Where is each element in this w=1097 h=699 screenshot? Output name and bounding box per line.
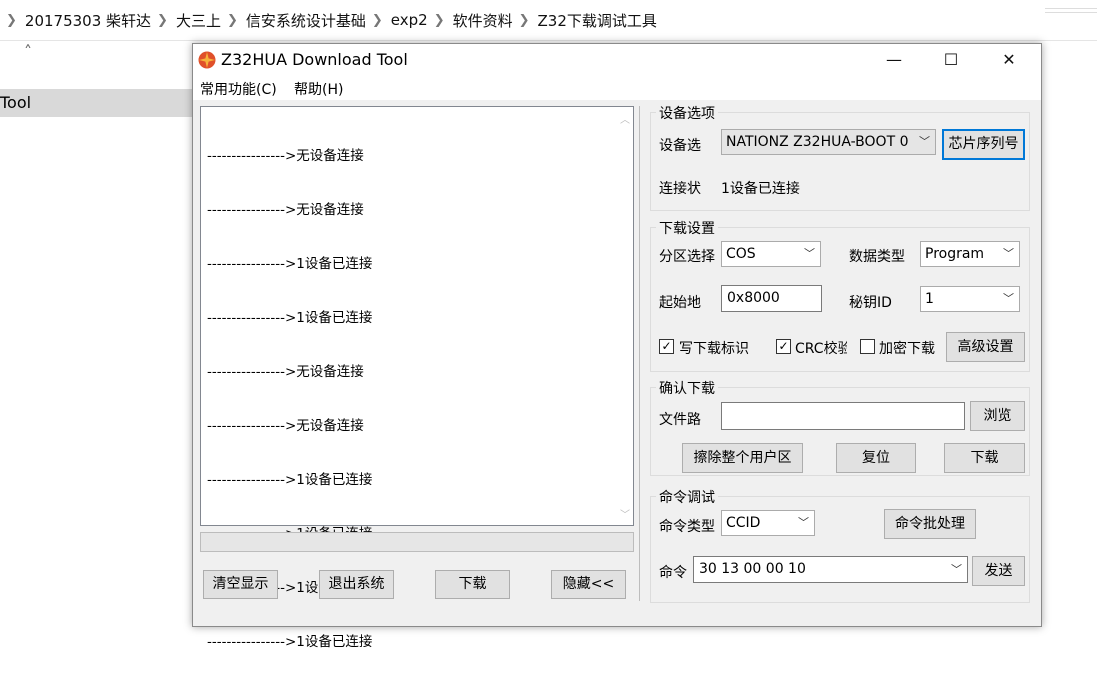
breadcrumb-item[interactable]: Z32下载调试工具: [538, 10, 657, 31]
address-bar-edge: [1045, 0, 1097, 40]
breadcrumb-chevron-icon: ❯: [433, 12, 445, 28]
send-button[interactable]: 发送: [972, 556, 1025, 586]
write-flag-label: 写下载标识: [679, 341, 749, 357]
command-input[interactable]: 30 13 00 00 10 ﹀: [693, 556, 968, 583]
erase-user-area-button[interactable]: 擦除整个用户区: [682, 443, 803, 473]
confirm-download-title: 确认下载: [656, 378, 718, 398]
vertical-divider: [639, 106, 640, 601]
key-id-select[interactable]: 1 ﹀: [920, 286, 1020, 312]
file-path-input[interactable]: [721, 402, 965, 430]
chevron-down-icon: ﹀: [1003, 292, 1014, 305]
menu-help[interactable]: 帮助(H): [294, 79, 343, 99]
file-path-label: 文件路: [659, 412, 701, 428]
chevron-down-icon: ﹀: [804, 247, 815, 260]
breadcrumb-chevron-icon: ❯: [6, 12, 17, 28]
browse-button[interactable]: 浏览: [970, 401, 1025, 431]
encrypt-label: 加密下载: [879, 341, 935, 357]
device-select-label: 设备选: [659, 138, 701, 154]
chevron-down-icon: ﹀: [1003, 247, 1014, 260]
log-lines: ---------------->无设备连接 ---------------->…: [207, 111, 372, 687]
command-value: 30 13 00 00 10: [699, 561, 806, 577]
maximize-icon[interactable]: ☐: [928, 44, 974, 76]
datatype-label: 数据类型: [849, 249, 905, 265]
breadcrumb-item[interactable]: exp2: [391, 11, 428, 29]
connection-status-label: 连接状: [659, 181, 701, 197]
window-title: Z32HUA Download Tool: [221, 50, 408, 69]
exit-system-button[interactable]: 退出系统: [319, 570, 394, 599]
clear-display-button[interactable]: 清空显示: [203, 570, 278, 599]
breadcrumb-chevron-icon: ❯: [157, 12, 168, 28]
download-tool-window: Z32HUA Download Tool — ☐ ✕ 常用功能(C) 帮助(H)…: [192, 43, 1042, 650]
z32hua-app-icon: [198, 51, 216, 69]
partition-select[interactable]: COS ﹀: [721, 241, 821, 267]
device-select[interactable]: NATIONZ Z32HUA-BOOT 0 ﹀: [721, 129, 936, 155]
log-line: ---------------->1设备已连接: [207, 256, 373, 272]
reset-button[interactable]: 复位: [836, 443, 916, 473]
chip-serial-button[interactable]: 芯片序列号: [942, 129, 1025, 160]
log-line: ---------------->无设备连接: [207, 418, 364, 434]
datatype-select[interactable]: Program ﹀: [920, 241, 1020, 267]
hide-button[interactable]: 隐藏<<: [551, 570, 626, 599]
connection-status-value: 1设备已连接: [721, 181, 800, 197]
breadcrumb: ❯ 20175303 柴轩达 ❯ 大三上 ❯ 信安系统设计基础 ❯ exp2 ❯…: [0, 8, 657, 32]
breadcrumb-chevron-icon: ❯: [518, 12, 530, 28]
chevron-down-icon: ﹀: [919, 135, 930, 148]
scroll-down-icon[interactable]: ﹀: [620, 506, 630, 521]
datatype-value: Program: [925, 246, 985, 262]
crc-check-checkbox[interactable]: ✓: [776, 339, 791, 354]
log-line: ---------------->1设备已连接: [207, 472, 373, 488]
partition-value: COS: [726, 246, 756, 262]
sidebar-item-label: Tool: [0, 93, 32, 112]
breadcrumb-item[interactable]: 大三上: [176, 10, 221, 31]
key-id-label: 秘钥ID: [849, 295, 892, 311]
breadcrumb-chevron-icon: ❯: [371, 12, 383, 28]
scroll-up-icon[interactable]: ︿: [620, 111, 630, 126]
log-line: ---------------->无设备连接: [207, 202, 364, 218]
command-batch-button[interactable]: 命令批处理: [884, 509, 976, 539]
breadcrumb-chevron-icon: ❯: [226, 12, 238, 28]
breadcrumb-item[interactable]: 信安系统设计基础: [246, 10, 366, 31]
download-settings-title: 下载设置: [656, 218, 718, 238]
chevron-down-icon: ﹀: [798, 516, 809, 529]
log-line: ---------------->1设备已连接: [207, 634, 373, 650]
chevron-down-icon[interactable]: ﹀: [951, 557, 962, 582]
menu-common-functions[interactable]: 常用功能(C): [200, 79, 277, 99]
partition-label: 分区选择: [659, 249, 715, 265]
log-output[interactable]: ---------------->无设备连接 ---------------->…: [200, 106, 634, 650]
command-label: 命令: [659, 565, 687, 581]
start-address-input[interactable]: 0x8000: [721, 285, 822, 312]
log-line: ---------------->1设备已连接: [207, 310, 373, 326]
command-type-label: 命令类型: [659, 519, 715, 535]
minimize-icon[interactable]: —: [871, 44, 917, 76]
progress-bar: [200, 532, 634, 552]
log-scrollbar[interactable]: ︿ ﹀: [616, 107, 633, 525]
crc-check-label: CRC校验: [795, 341, 847, 357]
write-flag-checkbox[interactable]: ✓: [659, 339, 674, 354]
command-type-value: CCID: [726, 515, 761, 531]
advanced-settings-button[interactable]: 高级设置: [946, 332, 1025, 362]
breadcrumb-item[interactable]: 20175303 柴轩达: [25, 10, 151, 31]
device-options-title: 设备选项: [656, 103, 718, 123]
device-select-value: NATIONZ Z32HUA-BOOT 0: [726, 134, 909, 150]
command-type-select[interactable]: CCID ﹀: [721, 510, 815, 536]
start-address-label: 起始地: [659, 295, 701, 311]
command-debug-title: 命令调试: [656, 487, 718, 507]
log-line: ---------------->无设备连接: [207, 364, 364, 380]
close-icon[interactable]: ✕: [986, 44, 1032, 76]
download-button[interactable]: 下载: [944, 443, 1025, 473]
collapse-chevron-icon[interactable]: ˄: [24, 42, 32, 61]
device-options-group: [650, 112, 1030, 211]
breadcrumb-item[interactable]: 软件资料: [453, 10, 513, 31]
key-id-value: 1: [925, 291, 934, 307]
download-button-bottom[interactable]: 下载: [435, 570, 510, 599]
log-line: ---------------->无设备连接: [207, 148, 364, 164]
encrypt-checkbox[interactable]: [860, 339, 875, 354]
